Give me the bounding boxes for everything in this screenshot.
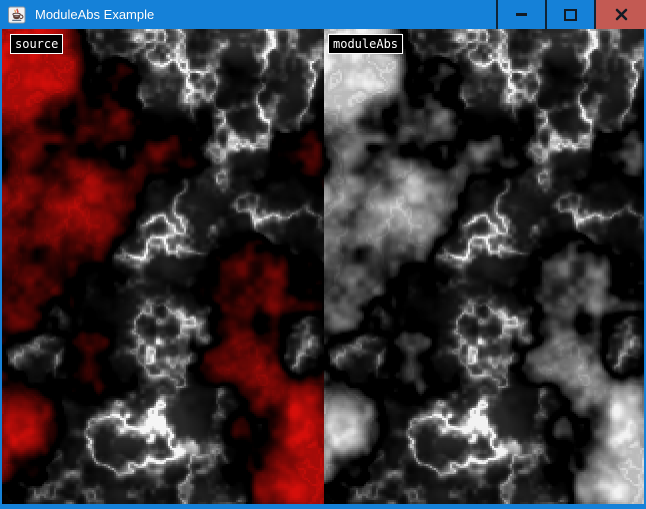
minimize-icon xyxy=(516,13,527,16)
render-area: source moduleAbs xyxy=(2,29,644,504)
app-window: ModuleAbs Example source moduleAbs xyxy=(0,0,646,509)
titlebar[interactable]: ModuleAbs Example xyxy=(0,0,646,29)
source-image-canvas xyxy=(2,29,324,504)
java-coffee-cup-icon[interactable] xyxy=(8,6,26,24)
close-button[interactable] xyxy=(596,0,646,29)
window-title: ModuleAbs Example xyxy=(35,7,154,22)
source-label: source xyxy=(10,34,63,54)
minimize-button[interactable] xyxy=(498,0,545,29)
moduleabs-label: moduleAbs xyxy=(328,34,403,54)
maximize-button[interactable] xyxy=(547,0,594,29)
maximize-icon xyxy=(564,9,577,21)
close-icon xyxy=(615,8,628,21)
window-controls xyxy=(496,0,646,29)
moduleabs-image-canvas xyxy=(324,29,644,504)
